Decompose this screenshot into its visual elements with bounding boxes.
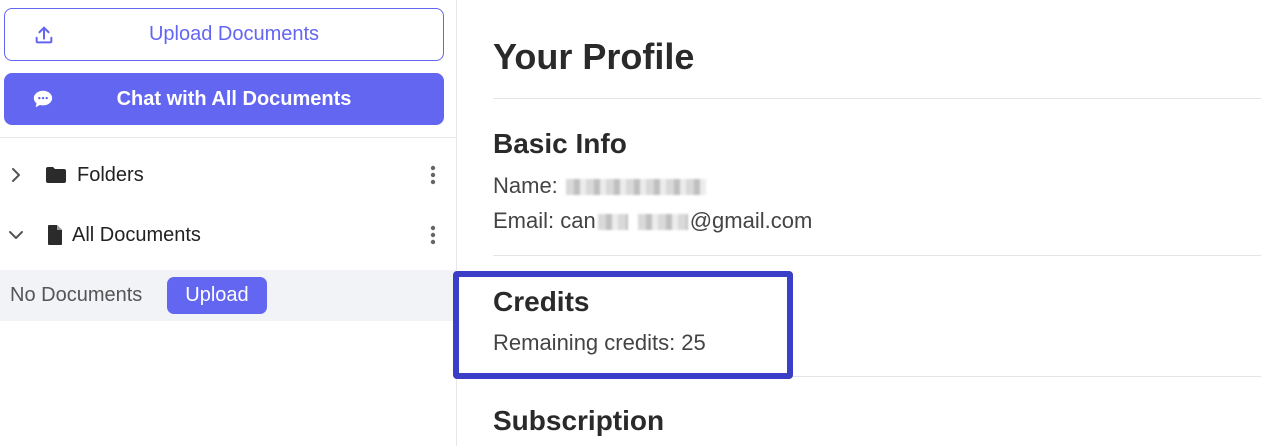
remaining-credits: Remaining credits: 25 (493, 330, 706, 355)
redacted-name (565, 179, 706, 196)
kebab-menu-icon[interactable] (424, 163, 442, 187)
upload-documents-label: Upload Documents (148, 23, 320, 45)
all-documents-label: All Documents (72, 223, 201, 246)
empty-documents-row: No Documents Upload (0, 270, 457, 321)
email-prefix: Email: can (493, 208, 596, 233)
chat-all-documents-button[interactable]: Chat with All Documents (4, 73, 444, 125)
chat-all-documents-label: Chat with All Documents (116, 87, 352, 110)
app-root: Upload Documents Chat with All Documents (0, 0, 1261, 446)
upload-documents-button[interactable]: Upload Documents (4, 8, 444, 61)
tree-item-all-documents[interactable]: All Documents (0, 215, 457, 255)
tree-item-folders[interactable]: Folders (0, 155, 457, 195)
section-divider (493, 376, 1261, 377)
folders-label: Folders (77, 163, 144, 186)
kebab-menu-icon[interactable] (424, 223, 442, 247)
section-divider (493, 255, 1261, 256)
chevron-right-icon[interactable] (6, 165, 26, 185)
chevron-down-icon[interactable] (6, 225, 26, 245)
no-documents-text: No Documents (10, 284, 143, 306)
document-icon (44, 224, 66, 246)
section-divider (493, 98, 1261, 99)
folder-icon (45, 164, 67, 186)
page-title: Your Profile (493, 36, 695, 77)
name-label: Name: (493, 173, 558, 198)
redacted-email-part (637, 214, 688, 231)
upload-icon (31, 22, 57, 48)
subscription-heading: Subscription (493, 405, 665, 436)
basic-info-heading: Basic Info (493, 128, 627, 159)
upload-button[interactable]: Upload (167, 277, 267, 314)
chat-bubble-icon (30, 86, 56, 112)
sidebar: Upload Documents Chat with All Documents (0, 0, 457, 446)
email-line: Email: can @gmail.com (493, 208, 812, 234)
name-line: Name: (493, 173, 708, 199)
redacted-email-part (597, 214, 628, 231)
sidebar-divider (0, 137, 457, 138)
credits-heading: Credits (493, 286, 590, 317)
email-suffix: @gmail.com (689, 208, 813, 233)
profile-main: Your Profile Basic Info Name: Email: can… (458, 0, 1261, 446)
